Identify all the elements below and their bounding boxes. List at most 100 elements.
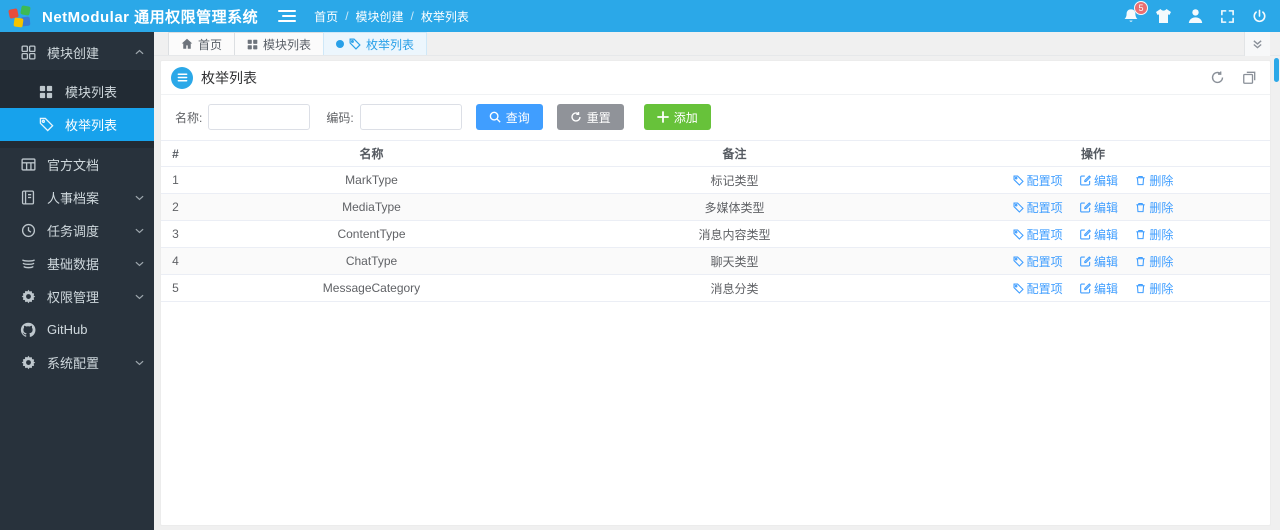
breadcrumb-home[interactable]: 首页 bbox=[314, 8, 338, 25]
config-items-link[interactable]: 配置项 bbox=[1013, 280, 1063, 297]
edit-link[interactable]: 编辑 bbox=[1080, 253, 1118, 270]
sidebar-item-module-list[interactable]: 模块列表 bbox=[0, 75, 154, 108]
col-name: 名称 bbox=[190, 140, 553, 167]
home-icon bbox=[181, 38, 193, 50]
github-icon bbox=[20, 322, 36, 338]
sidebar-item-system-config[interactable]: 系统配置 bbox=[0, 346, 154, 379]
chevron-up-icon bbox=[134, 49, 144, 55]
sidebar-item-hr-archives[interactable]: 人事档案 bbox=[0, 181, 154, 214]
tab-module-list[interactable]: 模块列表 bbox=[234, 32, 325, 55]
chevron-down-icon bbox=[134, 228, 144, 234]
cell-name: MediaType bbox=[190, 193, 553, 221]
config-items-link[interactable]: 配置项 bbox=[1013, 226, 1063, 243]
config-items-link[interactable]: 配置项 bbox=[1013, 199, 1063, 216]
tabbar: 首页 模块列表 枚举列表 bbox=[154, 32, 1280, 56]
add-button[interactable]: 添加 bbox=[643, 104, 711, 130]
chevron-down-icon bbox=[134, 195, 144, 201]
cell-index: 2 bbox=[161, 193, 190, 221]
sidebar-item-enum-list[interactable]: 枚举列表 bbox=[0, 108, 154, 141]
cell-index: 3 bbox=[161, 220, 190, 248]
skin-theme-icon[interactable] bbox=[1154, 7, 1172, 25]
delete-link[interactable]: 删除 bbox=[1135, 172, 1173, 189]
cell-ops: 配置项 编辑 删除 bbox=[916, 193, 1270, 221]
search-button[interactable]: 查询 bbox=[475, 104, 543, 130]
cell-remark: 消息内容类型 bbox=[553, 220, 916, 248]
sidebar-item-label: 官方文档 bbox=[47, 158, 100, 173]
delete-link[interactable]: 删除 bbox=[1135, 280, 1173, 297]
sidebar-item-module-create[interactable]: 模块创建 bbox=[0, 34, 154, 70]
sidebar-item-permission-mgmt[interactable]: 权限管理 bbox=[0, 280, 154, 313]
col-remark: 备注 bbox=[553, 140, 916, 167]
scrollbar-thumb[interactable] bbox=[1274, 58, 1279, 82]
grid-outline-icon bbox=[20, 44, 36, 60]
user-account-icon[interactable] bbox=[1186, 7, 1204, 25]
sidebar-submenu-module-create: 模块列表 枚举列表 bbox=[0, 70, 154, 148]
chevron-down-icon bbox=[134, 360, 144, 366]
refresh-icon[interactable] bbox=[1206, 67, 1228, 89]
sidebar-item-label: 人事档案 bbox=[47, 191, 100, 206]
layers-icon bbox=[20, 256, 36, 272]
notifications-bell-icon[interactable]: 5 bbox=[1122, 1, 1148, 25]
active-tab-dot bbox=[336, 40, 345, 48]
chevron-down-icon bbox=[134, 261, 144, 267]
edit-link[interactable]: 编辑 bbox=[1080, 280, 1118, 297]
document-icon bbox=[20, 190, 36, 206]
card-fullscreen-icon[interactable] bbox=[1238, 67, 1260, 89]
notification-badge: 5 bbox=[1134, 1, 1148, 15]
cell-index: 5 bbox=[161, 274, 190, 302]
delete-link[interactable]: 删除 bbox=[1135, 253, 1173, 270]
delete-link[interactable]: 删除 bbox=[1135, 226, 1173, 243]
sidebar-item-label: 任务调度 bbox=[47, 224, 100, 239]
tabs-collapse-chevrons-icon[interactable] bbox=[1244, 32, 1270, 56]
cell-name: ContentType bbox=[190, 220, 553, 248]
fullscreen-icon[interactable] bbox=[1218, 7, 1236, 25]
breadcrumb-separator: / bbox=[345, 9, 349, 23]
cell-index: 1 bbox=[161, 166, 190, 194]
logout-power-icon[interactable] bbox=[1250, 7, 1268, 25]
name-input[interactable] bbox=[208, 104, 311, 130]
code-input[interactable] bbox=[359, 104, 462, 130]
cell-index: 4 bbox=[161, 247, 190, 275]
col-index: # bbox=[161, 140, 190, 167]
main-area: 首页 模块列表 枚举列表 枚举列表 名称: 编码: 查询 重置 添加 # 名称 … bbox=[154, 32, 1280, 530]
config-items-link[interactable]: 配置项 bbox=[1013, 172, 1063, 189]
cell-name: ChatType bbox=[190, 247, 553, 275]
sidebar-item-github[interactable]: GitHub bbox=[0, 313, 154, 346]
sidebar-item-label: 模块创建 bbox=[47, 45, 100, 61]
breadcrumb-enum-list[interactable]: 枚举列表 bbox=[421, 8, 469, 25]
cell-remark: 聊天类型 bbox=[553, 247, 916, 275]
config-items-link[interactable]: 配置项 bbox=[1013, 253, 1063, 270]
sidebar-item-base-data[interactable]: 基础数据 bbox=[0, 247, 154, 280]
menu-toggle-icon[interactable] bbox=[278, 9, 297, 23]
clock-history-icon bbox=[20, 223, 36, 239]
name-label: 名称: bbox=[175, 110, 203, 125]
sidebar-item-task-scheduler[interactable]: 任务调度 bbox=[0, 214, 154, 247]
sidebar-item-label: 模块列表 bbox=[65, 85, 118, 100]
tab-label: 模块列表 bbox=[263, 37, 312, 52]
breadcrumb-module-create[interactable]: 模块创建 bbox=[356, 8, 404, 25]
list-circle-icon bbox=[171, 66, 193, 89]
table-row: 4 ChatType 聊天类型 配置项 编辑 删除 bbox=[161, 247, 1270, 275]
tab-label: 枚举列表 bbox=[366, 37, 415, 52]
breadcrumb-separator: / bbox=[410, 9, 414, 23]
code-label: 编码: bbox=[326, 110, 354, 125]
grid-filled-icon bbox=[38, 84, 54, 100]
edit-link[interactable]: 编辑 bbox=[1080, 226, 1118, 243]
sidebar-item-label: 枚举列表 bbox=[65, 118, 118, 133]
cell-ops: 配置项 编辑 删除 bbox=[916, 274, 1270, 302]
gear-icon bbox=[20, 355, 36, 371]
gear-icon bbox=[20, 289, 36, 305]
delete-link[interactable]: 删除 bbox=[1135, 199, 1173, 216]
sidebar-item-label: GitHub bbox=[47, 322, 88, 337]
enum-table: # 名称 备注 操作 1 MarkType 标记类型 配置项 编辑 删除 2 M… bbox=[161, 140, 1270, 302]
edit-link[interactable]: 编辑 bbox=[1080, 199, 1118, 216]
cell-remark: 标记类型 bbox=[553, 166, 916, 194]
reset-button[interactable]: 重置 bbox=[556, 104, 624, 130]
edit-link[interactable]: 编辑 bbox=[1080, 172, 1118, 189]
tab-label: 首页 bbox=[198, 37, 223, 52]
tab-home[interactable]: 首页 bbox=[168, 32, 236, 55]
tab-enum-list[interactable]: 枚举列表 bbox=[323, 32, 428, 55]
card-title: 枚举列表 bbox=[201, 69, 257, 86]
sidebar-item-official-docs[interactable]: 官方文档 bbox=[0, 148, 154, 181]
grid-filled-icon bbox=[247, 39, 258, 50]
